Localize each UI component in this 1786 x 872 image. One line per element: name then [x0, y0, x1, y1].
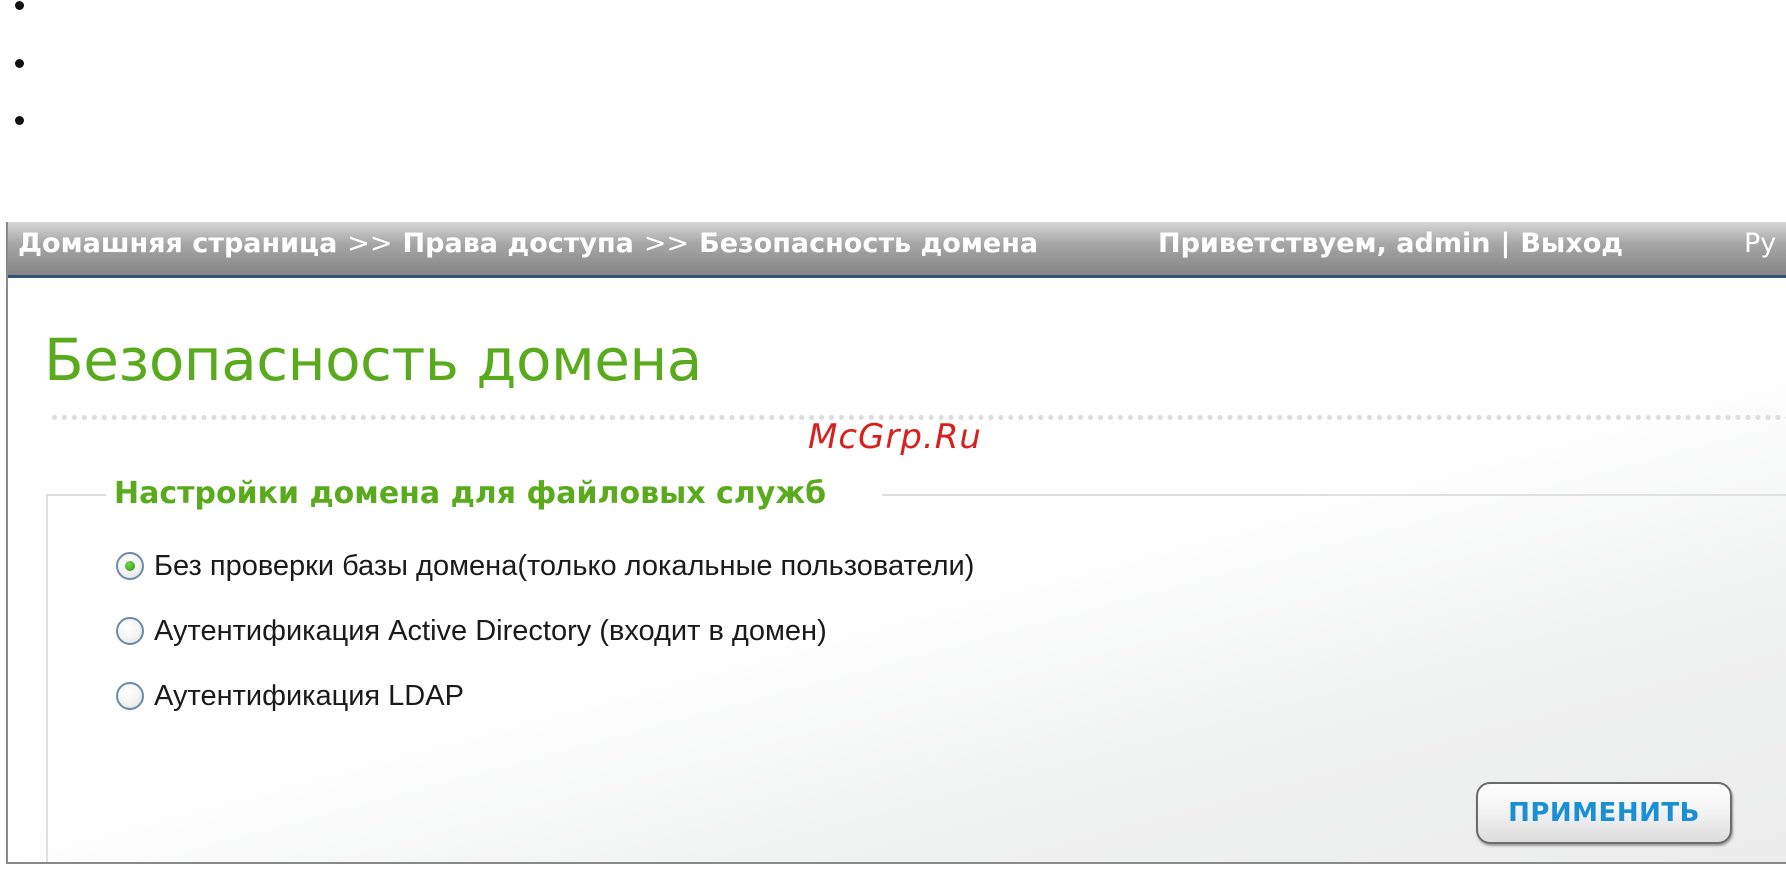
breadcrumb-access-rights[interactable]: Права доступа	[403, 228, 634, 259]
option-active-directory[interactable]: Аутентификация Active Directory (входит …	[116, 611, 827, 651]
welcome-area: Приветствуем, admin | Выход	[1158, 222, 1623, 275]
username: admin	[1396, 228, 1491, 259]
language-selector[interactable]: Ру	[1744, 222, 1776, 275]
radio-no-domain-check[interactable]	[116, 552, 144, 580]
apply-button[interactable]: ПРИМЕНИТЬ	[1476, 782, 1732, 844]
option-no-domain-check[interactable]: Без проверки базы домена(только локальны…	[116, 546, 974, 586]
breadcrumb: Домашняя страница >> Права доступа >> Безопа…	[18, 222, 1038, 275]
bullet-marker	[15, 1, 24, 10]
bullet-list	[0, 0, 60, 140]
apply-button-label: ПРИМЕНИТЬ	[1508, 798, 1700, 828]
option-ldap[interactable]: Аутентификация LDAP	[116, 676, 464, 716]
breadcrumb-separator: >>	[643, 228, 690, 259]
page-title: Безопасность домена	[44, 326, 702, 394]
domain-settings-group-title: Настройки домена для файловых служб	[114, 476, 827, 511]
bullet-marker	[15, 59, 24, 68]
radio-active-directory[interactable]	[116, 617, 144, 645]
option-label[interactable]: Аутентификация LDAP	[154, 680, 464, 713]
breadcrumb-home[interactable]: Домашняя страница	[18, 228, 337, 259]
group-border	[46, 494, 48, 862]
top-bar: Домашняя страница >> Права доступа >> Безопа…	[8, 222, 1786, 278]
option-label[interactable]: Без проверки базы домена(только локальны…	[154, 550, 974, 583]
option-label[interactable]: Аутентификация Active Directory (входит …	[154, 615, 827, 648]
header-divider: |	[1500, 228, 1511, 259]
greeting-text: Приветствуем,	[1158, 228, 1387, 259]
breadcrumb-separator: >>	[347, 228, 393, 259]
logout-link[interactable]: Выход	[1520, 228, 1623, 259]
group-border	[882, 494, 1786, 496]
breadcrumb-current: Безопасность домена	[699, 228, 1039, 259]
radio-ldap[interactable]	[116, 682, 144, 710]
group-border	[46, 494, 106, 496]
screenshot-frame: Домашняя страница >> Права доступа >> Безопа…	[6, 222, 1786, 864]
bullet-marker	[15, 116, 24, 125]
watermark: McGrp.Ru	[808, 417, 982, 457]
